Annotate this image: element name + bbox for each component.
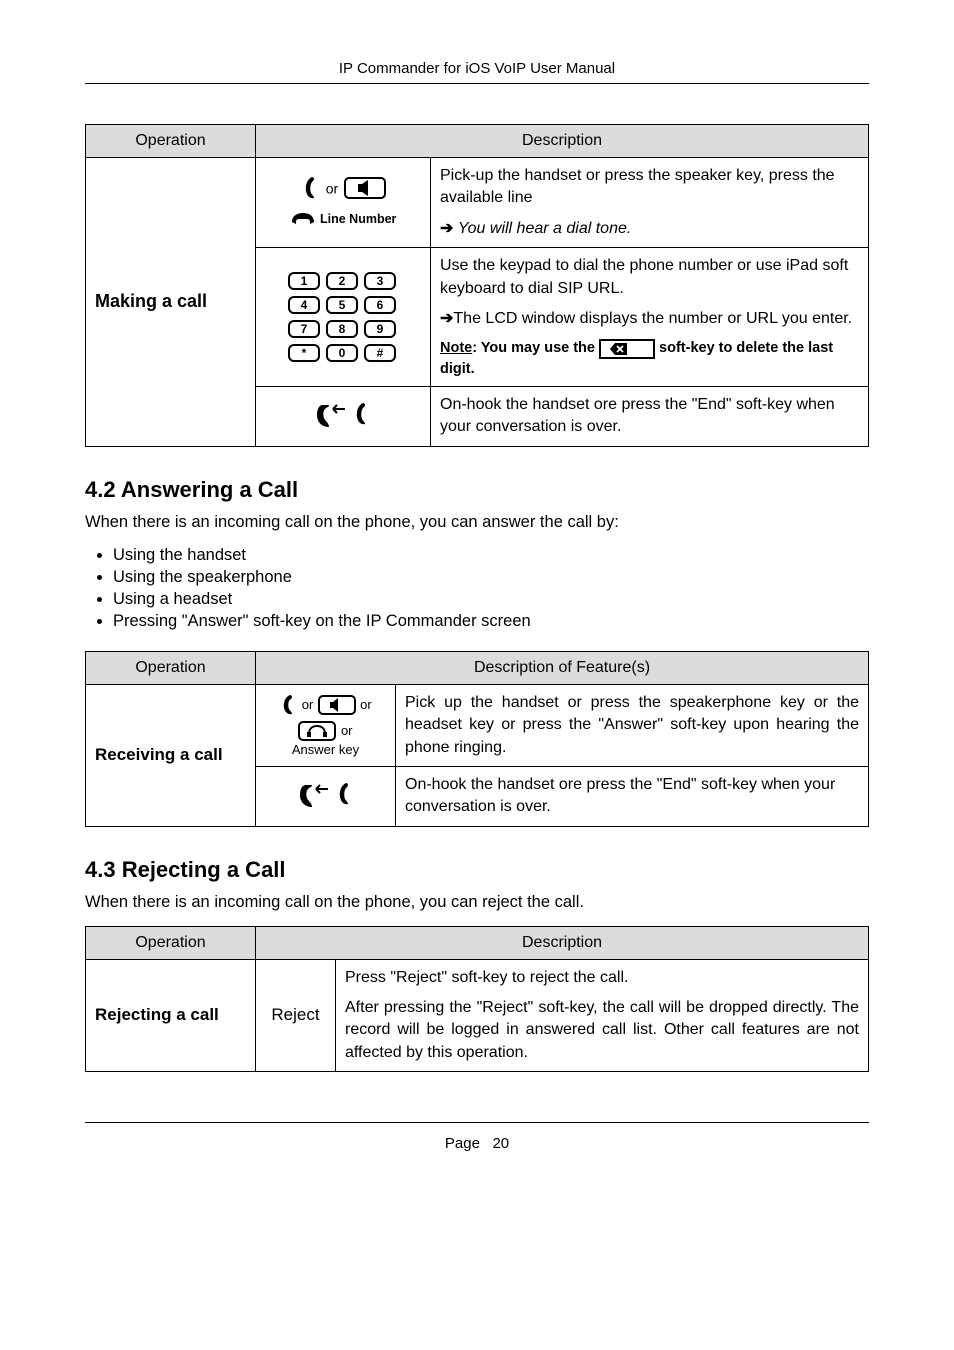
arrow-icon: ➔ bbox=[440, 220, 453, 237]
or-text: or bbox=[326, 181, 338, 197]
receive-desc: Pick up the handset or press the speaker… bbox=[396, 684, 869, 766]
op-making-call: Making a call bbox=[86, 158, 256, 447]
keypad-desc2: The LCD window displays the number or UR… bbox=[453, 310, 852, 327]
keypad-icon-cell: 1 2 3 4 5 6 7 8 9 * 0 # bbox=[256, 248, 431, 387]
footer-page-label: Page bbox=[445, 1135, 480, 1152]
svg-text:3: 3 bbox=[377, 274, 384, 288]
reject-desc: Press "Reject" soft-key to reject the ca… bbox=[336, 959, 869, 1072]
answer-key-label: Answer key bbox=[265, 742, 386, 757]
note-label: Note bbox=[440, 340, 472, 356]
svg-text:6: 6 bbox=[377, 298, 384, 312]
backspace-softkey-icon bbox=[599, 338, 655, 358]
or-text: or bbox=[302, 697, 314, 712]
page-footer: Page 20 bbox=[85, 1122, 869, 1152]
onhook-icon-cell bbox=[256, 386, 431, 446]
phone-icon bbox=[290, 211, 320, 228]
bullet-item: Pressing "Answer" soft-key on the IP Com… bbox=[113, 612, 869, 631]
bullet-item: Using the speakerphone bbox=[113, 568, 869, 587]
arrow-icon: ➔ bbox=[440, 310, 453, 327]
icon-cell-handset-speaker: or Line Number bbox=[256, 158, 431, 248]
svg-text:*: * bbox=[302, 346, 307, 360]
receive-onhook-desc: On-hook the handset ore press the "End" … bbox=[396, 766, 869, 826]
heading-4-3: 4.3 Rejecting a Call bbox=[85, 857, 869, 883]
op-receiving-call: Receiving a call bbox=[86, 684, 256, 826]
onhook-icon-cell bbox=[256, 766, 396, 826]
onhook-icon bbox=[298, 781, 354, 811]
bullet-list-4-2: Using the handset Using the speakerphone… bbox=[113, 546, 869, 631]
th-operation: Operation bbox=[86, 125, 256, 158]
intro-4-2: When there is an incoming call on the ph… bbox=[85, 513, 869, 532]
svg-text:4: 4 bbox=[301, 298, 308, 312]
reject-d2: After pressing the "Reject" soft-key, th… bbox=[345, 997, 859, 1064]
th-operation: Operation bbox=[86, 651, 256, 684]
headset-button-icon bbox=[298, 722, 340, 739]
svg-text:9: 9 bbox=[377, 322, 384, 336]
svg-text:0: 0 bbox=[339, 346, 346, 360]
or-text: or bbox=[360, 697, 372, 712]
dial-tone-text: You will hear a dial tone. bbox=[458, 220, 631, 237]
line-number-label: Line Number bbox=[320, 213, 396, 227]
keypad-icon: 1 2 3 4 5 6 7 8 9 * 0 # bbox=[283, 269, 403, 365]
desc-pickup-text: Pick-up the handset or press the speaker… bbox=[440, 165, 859, 210]
note-line: Note: You may use the soft-key to delete… bbox=[440, 338, 859, 379]
page-header: IP Commander for iOS VoIP User Manual bbox=[85, 60, 869, 84]
reject-d1: Press "Reject" soft-key to reject the ca… bbox=[345, 967, 859, 989]
onhook-icon bbox=[315, 401, 371, 431]
svg-text:1: 1 bbox=[301, 274, 308, 288]
th-description: Description of Feature(s) bbox=[256, 651, 869, 684]
svg-text:5: 5 bbox=[339, 298, 346, 312]
header-title: IP Commander for iOS VoIP User Manual bbox=[339, 60, 615, 77]
footer-page-number: 20 bbox=[492, 1135, 509, 1152]
th-description: Description bbox=[256, 926, 869, 959]
svg-text:2: 2 bbox=[339, 274, 346, 288]
note-text-a: : You may use the bbox=[472, 340, 599, 356]
bullet-item: Using the handset bbox=[113, 546, 869, 565]
th-operation: Operation bbox=[86, 926, 256, 959]
rejecting-call-table: Operation Description Rejecting a call R… bbox=[85, 926, 869, 1073]
onhook-desc: On-hook the handset ore press the "End" … bbox=[431, 386, 869, 446]
op-rejecting-call: Rejecting a call bbox=[86, 959, 256, 1072]
handset-icon bbox=[279, 696, 301, 713]
reject-label: Reject bbox=[256, 959, 336, 1072]
th-description: Description bbox=[256, 125, 869, 158]
bullet-item: Using a headset bbox=[113, 590, 869, 609]
intro-4-3: When there is an incoming call on the ph… bbox=[85, 893, 869, 912]
svg-text:#: # bbox=[377, 346, 384, 360]
desc-keypad: Use the keypad to dial the phone number … bbox=[431, 248, 869, 387]
keypad-desc1: Use the keypad to dial the phone number … bbox=[440, 255, 859, 300]
svg-text:8: 8 bbox=[339, 322, 346, 336]
handset-icon bbox=[300, 177, 326, 199]
making-call-table: Operation Description Making a call or bbox=[85, 124, 869, 447]
speaker-button-icon bbox=[344, 177, 386, 199]
speaker-button-icon bbox=[318, 696, 360, 713]
svg-text:7: 7 bbox=[301, 322, 308, 336]
receiving-call-table: Operation Description of Feature(s) Rece… bbox=[85, 651, 869, 827]
desc-pickup: Pick-up the handset or press the speaker… bbox=[431, 158, 869, 248]
or-text: or bbox=[341, 723, 353, 738]
heading-4-2: 4.2 Answering a Call bbox=[85, 477, 869, 503]
receive-icons: or or or Answer key bbox=[256, 684, 396, 766]
